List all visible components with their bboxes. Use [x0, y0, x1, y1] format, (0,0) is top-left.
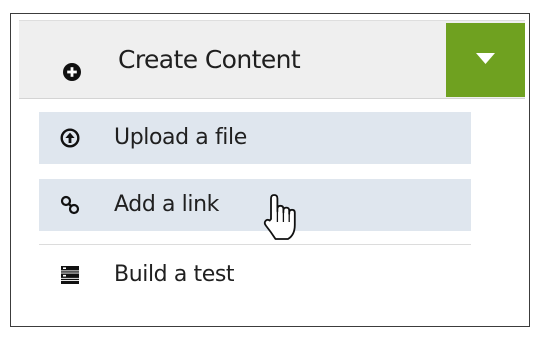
create-content-panel: Create Content Upload a file Add a link [10, 13, 530, 327]
test-list-icon [61, 266, 79, 284]
menu-item-add-link[interactable]: Add a link [39, 179, 471, 231]
menu-item-build-test[interactable]: Build a test [39, 249, 471, 301]
menu-divider [39, 244, 471, 245]
upload-icon [60, 128, 80, 148]
create-content-label: Create Content [118, 45, 301, 74]
menu-item-label: Build a test [114, 262, 235, 287]
create-content-header: Create Content [19, 20, 525, 99]
caret-down-icon [476, 53, 495, 64]
link-icon [60, 195, 80, 215]
create-content-button[interactable]: Create Content [19, 21, 445, 98]
menu-item-label: Upload a file [114, 125, 247, 150]
menu-item-label: Add a link [114, 192, 219, 217]
menu-item-upload-file[interactable]: Upload a file [39, 112, 471, 164]
plus-circle-icon [63, 63, 81, 81]
dropdown-toggle-button[interactable] [446, 23, 525, 97]
